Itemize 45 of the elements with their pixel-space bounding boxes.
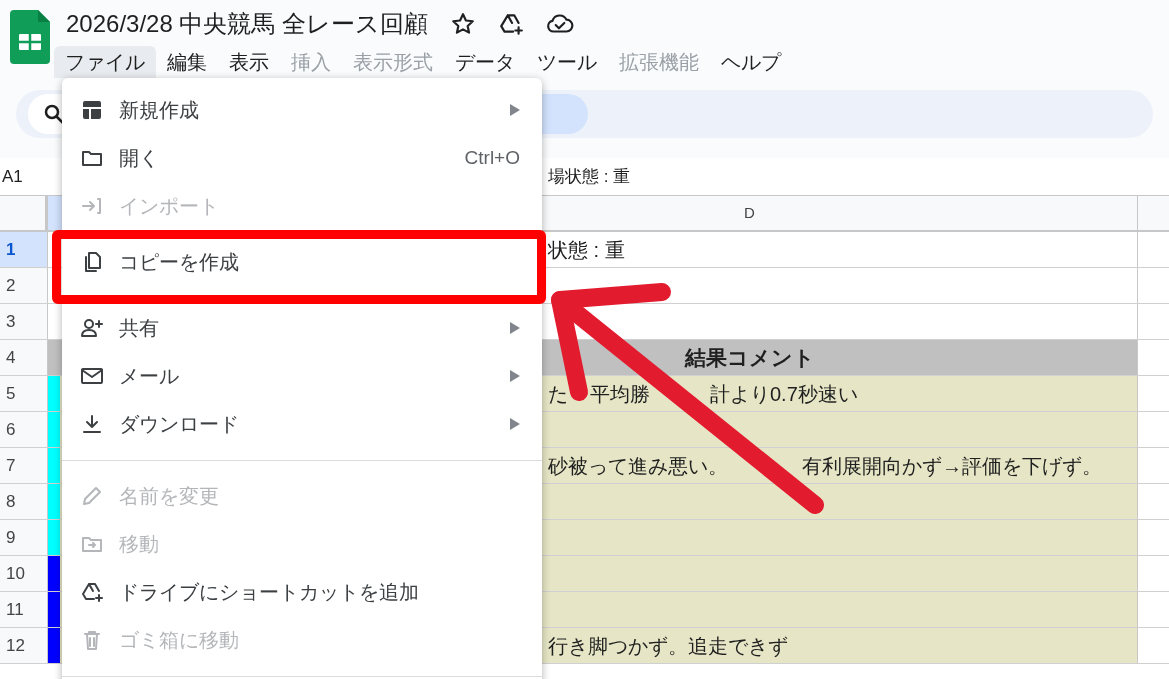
document-title[interactable]: 2026/3/28 中央競馬 全レース回顧 [66, 12, 429, 36]
row-header[interactable]: 8 [0, 484, 48, 519]
add-person-icon [80, 316, 104, 340]
row-header[interactable]: 12 [0, 628, 48, 663]
row-header[interactable]: 4 [0, 340, 48, 375]
menu-item[interactable]: ドライブにショートカットを追加 [62, 568, 542, 616]
row-header[interactable]: 9 [0, 520, 48, 555]
row-header[interactable]: 6 [0, 412, 48, 447]
shortcut-text: Ctrl+O [464, 145, 520, 170]
row-header[interactable]: 2 [0, 268, 48, 303]
submenu-arrow-icon [510, 418, 520, 430]
star-icon[interactable] [450, 11, 477, 37]
drive-add-icon [80, 580, 104, 604]
row-header[interactable]: 11 [0, 592, 48, 627]
row-header[interactable]: 3 [0, 304, 48, 339]
menu-item[interactable]: コピーを作成 [52, 230, 546, 304]
menu-bar-item[interactable]: ヘルプ [710, 46, 792, 78]
formula-value[interactable]: 場状態 : 重 [548, 163, 631, 190]
menu-bar-item[interactable]: 表示 [218, 46, 280, 78]
cell-text: 砂被って進み悪い。 [548, 453, 728, 479]
cell-text: た [548, 381, 568, 407]
cell-text: 行き脚つかず。追走できず [548, 633, 788, 659]
drive-add-icon[interactable] [498, 11, 525, 37]
menu-item[interactable]: ダウンロード [62, 400, 542, 448]
menu-bar-item[interactable]: ツール [526, 46, 608, 78]
menu-bar-item[interactable]: ファイル [54, 46, 156, 78]
row-header[interactable]: 5 [0, 376, 48, 411]
submenu-arrow-icon [510, 322, 520, 334]
submenu-arrow-icon [510, 370, 520, 382]
menu-item[interactable]: 開く Ctrl+O [62, 134, 542, 182]
sheets-logo[interactable] [10, 10, 50, 64]
cell-text: 状態 : 重 [548, 237, 625, 263]
pencil-icon [80, 484, 104, 508]
cell-text: 平均勝 [590, 381, 650, 407]
new-sheet-icon [80, 98, 104, 122]
menu-bar-item[interactable]: 編集 [156, 46, 218, 78]
row-header[interactable]: 10 [0, 556, 48, 591]
submenu-arrow-icon [510, 104, 520, 116]
cell-text: 計より0.7秒速い [710, 381, 858, 407]
menu-bar-item[interactable]: データ [444, 46, 526, 78]
row-header[interactable]: 1 [0, 232, 48, 267]
row-header[interactable]: 7 [0, 448, 48, 483]
cell-text: 有利展開向かず→評価を下げず。 [802, 453, 1102, 479]
download-icon [80, 412, 104, 436]
menu-item[interactable]: 新規作成 [62, 86, 542, 134]
